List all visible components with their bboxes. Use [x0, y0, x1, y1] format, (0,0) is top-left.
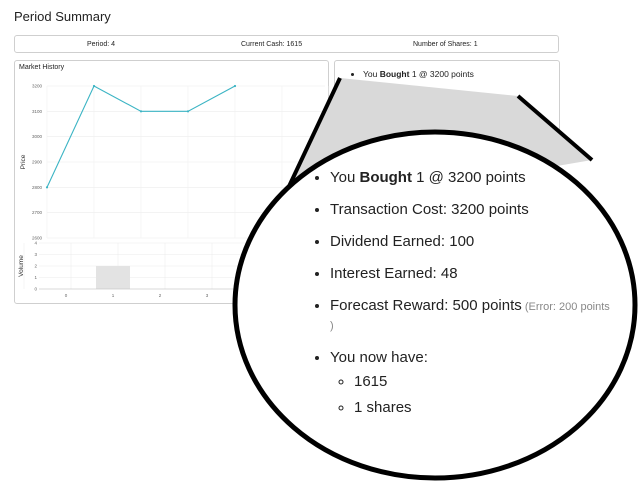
- price-point: [45, 186, 49, 189]
- volume-tick-label: 1: [34, 275, 37, 280]
- mag-cash-item: 1615: [354, 373, 610, 391]
- price-tick-label: 3100: [32, 109, 43, 114]
- mag-transaction-cost-item: Transaction Cost: 3200 points: [330, 201, 610, 219]
- page-title: Period Summary: [14, 9, 111, 24]
- mag-forecast-item: Forecast Reward: 500 points (Error: 200 …: [330, 297, 610, 335]
- price-point: [186, 110, 190, 113]
- trade-action: Bought: [379, 69, 410, 79]
- mag-holdings-label: You now have:: [330, 349, 428, 366]
- trade-detail: 1 @ 3200 points: [409, 69, 474, 79]
- price-tick-label: 2800: [32, 185, 43, 190]
- transaction-cost-item: Transaction Cost: 3200 points: [363, 90, 476, 100]
- volume-tick-label: 4: [34, 241, 37, 246]
- mag-interest-item: Interest Earned: 48: [330, 265, 610, 283]
- mag-shares-item: 1 shares: [354, 399, 610, 417]
- volume-tick-label: 3: [34, 252, 37, 257]
- x-tick-label: 2: [159, 293, 162, 298]
- x-tick-label: 3: [206, 293, 209, 298]
- volume-tick-label: 0: [34, 287, 37, 292]
- current-cash-label: Current Cash: 1615: [241, 41, 303, 48]
- transaction-summary-list: You Bought 1 @ 3200 points Transaction C…: [341, 69, 476, 131]
- mag-holdings-item: You now have: 1615 1 shares: [330, 349, 610, 417]
- price-tick-label: 2700: [32, 210, 43, 215]
- price-tick-label: 2900: [32, 160, 43, 165]
- volume-axis-label: Volume: [18, 255, 25, 277]
- price-tick-label: 3000: [32, 134, 43, 139]
- period-stats-bar: Period: 4 Current Cash: 1615 Number of S…: [14, 35, 559, 53]
- mag-trade-detail: 1 @ 3200 points: [411, 169, 526, 186]
- x-tick-label: 0: [65, 293, 68, 298]
- trade-prefix: You: [363, 69, 380, 79]
- price-tick-label: 3200: [32, 84, 43, 89]
- trade-item: You Bought 1 @ 3200 points: [363, 69, 476, 79]
- volume-bar: [96, 266, 130, 289]
- period-label: Period: 4: [87, 41, 116, 48]
- price-point: [139, 110, 143, 113]
- price-axis-label: Price: [20, 154, 27, 169]
- mag-dividend-item: Dividend Earned: 100: [330, 233, 610, 251]
- number-of-shares-label: Number of Shares: 1: [413, 41, 478, 48]
- market-history-chart: 3200310030002900280027002600Price43210Vo…: [18, 84, 330, 298]
- mag-forecast-reward: Forecast Reward: 500 points: [330, 297, 522, 314]
- mag-trade-action: Bought: [359, 169, 412, 186]
- transaction-summary-card: You Bought 1 @ 3200 points Transaction C…: [334, 60, 560, 150]
- mag-trade-item: You Bought 1 @ 3200 points: [330, 169, 610, 187]
- price-point: [92, 84, 96, 88]
- x-tick-label: 1: [112, 293, 115, 298]
- price-point: [233, 84, 237, 88]
- dividend-item: Dividend Earned: 100: [363, 110, 476, 120]
- mag-holdings-list: 1615 1 shares: [330, 373, 610, 417]
- magnified-summary-list: You Bought 1 @ 3200 points Transaction C…: [310, 169, 610, 417]
- magnified-summary: You Bought 1 @ 3200 points Transaction C…: [310, 169, 610, 431]
- volume-tick-label: 2: [34, 264, 37, 269]
- market-history-card: Market History 3200 3100 3000 2900 2800 2700 2…: [14, 60, 330, 304]
- mag-trade-prefix: You: [330, 169, 360, 186]
